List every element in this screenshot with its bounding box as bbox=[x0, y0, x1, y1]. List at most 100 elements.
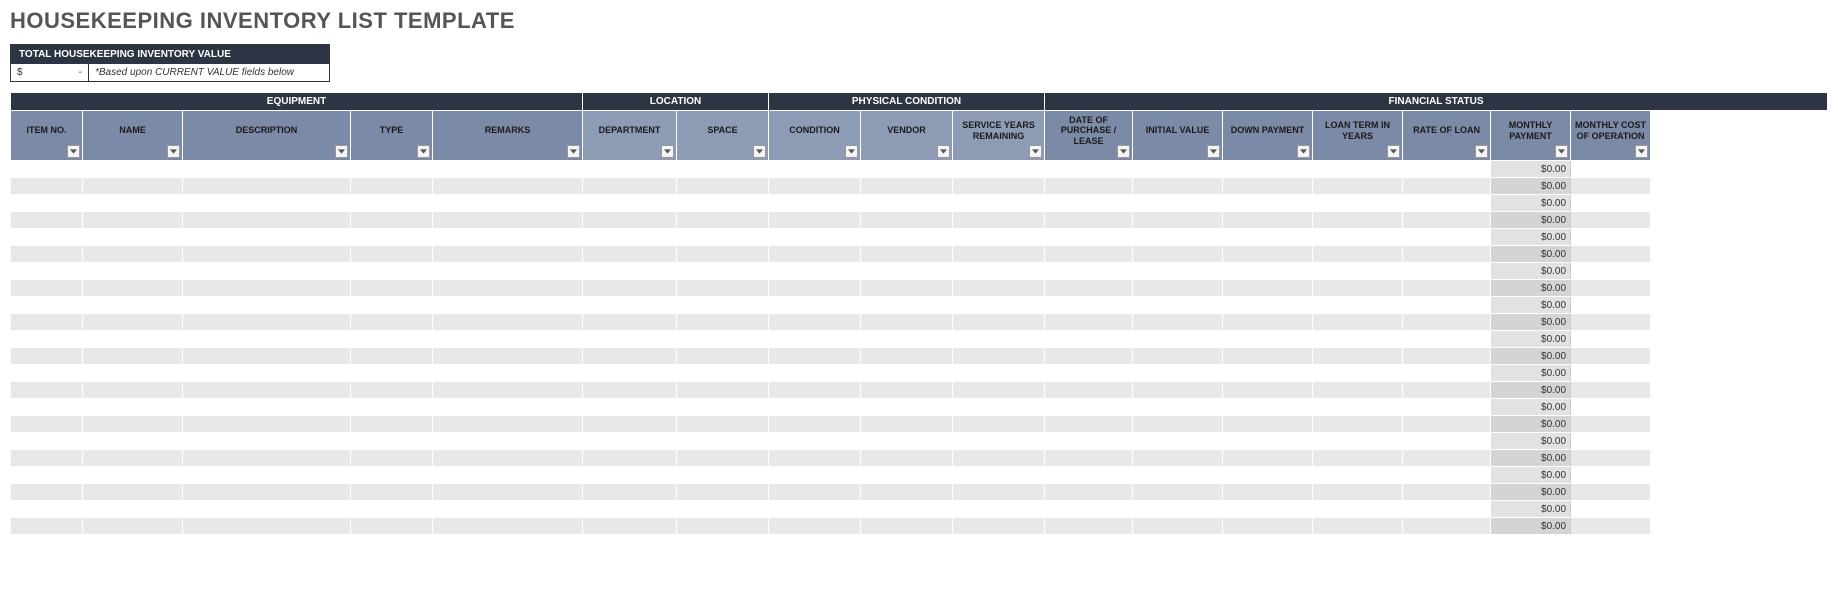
table-cell[interactable] bbox=[433, 280, 583, 297]
table-cell[interactable] bbox=[1571, 314, 1651, 331]
table-cell[interactable] bbox=[1313, 450, 1403, 467]
table-cell[interactable] bbox=[351, 484, 433, 501]
table-cell[interactable] bbox=[953, 263, 1045, 280]
table-cell[interactable] bbox=[351, 382, 433, 399]
table-cell[interactable] bbox=[1313, 195, 1403, 212]
table-cell[interactable] bbox=[769, 297, 861, 314]
table-cell[interactable] bbox=[11, 399, 83, 416]
table-cell[interactable] bbox=[83, 501, 183, 518]
table-cell[interactable] bbox=[583, 161, 677, 178]
table-cell[interactable] bbox=[11, 229, 83, 246]
table-cell[interactable] bbox=[1571, 212, 1651, 229]
table-cell[interactable] bbox=[1403, 399, 1491, 416]
table-cell[interactable] bbox=[953, 399, 1045, 416]
table-cell[interactable] bbox=[861, 246, 953, 263]
table-cell[interactable] bbox=[183, 178, 351, 195]
table-cell[interactable] bbox=[1133, 263, 1223, 280]
table-cell[interactable] bbox=[83, 314, 183, 331]
table-cell[interactable] bbox=[861, 450, 953, 467]
table-cell[interactable] bbox=[1045, 263, 1133, 280]
table-cell[interactable] bbox=[677, 433, 769, 450]
filter-dropdown-icon[interactable] bbox=[1635, 145, 1648, 158]
table-cell[interactable] bbox=[1313, 161, 1403, 178]
table-cell[interactable] bbox=[11, 348, 83, 365]
table-cell[interactable] bbox=[351, 161, 433, 178]
table-cell[interactable] bbox=[1313, 382, 1403, 399]
table-cell[interactable] bbox=[83, 212, 183, 229]
table-cell[interactable] bbox=[861, 331, 953, 348]
table-cell[interactable] bbox=[1313, 178, 1403, 195]
table-cell[interactable] bbox=[1045, 348, 1133, 365]
table-cell[interactable] bbox=[1313, 263, 1403, 280]
table-cell[interactable] bbox=[1133, 178, 1223, 195]
table-cell[interactable] bbox=[583, 399, 677, 416]
table-cell[interactable] bbox=[83, 467, 183, 484]
table-cell[interactable] bbox=[83, 161, 183, 178]
table-cell[interactable] bbox=[433, 501, 583, 518]
table-cell[interactable] bbox=[769, 263, 861, 280]
table-cell[interactable] bbox=[1223, 433, 1313, 450]
table-cell[interactable] bbox=[1403, 178, 1491, 195]
table-cell[interactable] bbox=[1045, 280, 1133, 297]
table-cell[interactable] bbox=[83, 518, 183, 535]
table-cell[interactable] bbox=[583, 263, 677, 280]
table-cell[interactable]: $0.00 bbox=[1491, 161, 1571, 178]
table-cell[interactable] bbox=[1223, 382, 1313, 399]
table-cell[interactable] bbox=[183, 399, 351, 416]
table-cell[interactable] bbox=[1313, 314, 1403, 331]
table-cell[interactable] bbox=[1403, 331, 1491, 348]
table-cell[interactable] bbox=[183, 161, 351, 178]
table-cell[interactable] bbox=[953, 484, 1045, 501]
table-cell[interactable] bbox=[1571, 246, 1651, 263]
table-cell[interactable] bbox=[351, 348, 433, 365]
table-cell[interactable] bbox=[583, 348, 677, 365]
table-cell[interactable] bbox=[769, 467, 861, 484]
table-cell[interactable]: $0.00 bbox=[1491, 484, 1571, 501]
table-cell[interactable] bbox=[1223, 212, 1313, 229]
table-cell[interactable] bbox=[953, 212, 1045, 229]
table-cell[interactable] bbox=[183, 484, 351, 501]
table-cell[interactable] bbox=[1133, 280, 1223, 297]
table-cell[interactable] bbox=[953, 280, 1045, 297]
table-cell[interactable] bbox=[1223, 348, 1313, 365]
table-cell[interactable] bbox=[351, 416, 433, 433]
table-cell[interactable] bbox=[769, 229, 861, 246]
table-cell[interactable] bbox=[1223, 297, 1313, 314]
table-cell[interactable] bbox=[351, 467, 433, 484]
table-cell[interactable] bbox=[351, 314, 433, 331]
table-cell[interactable] bbox=[953, 297, 1045, 314]
table-cell[interactable] bbox=[1045, 501, 1133, 518]
table-cell[interactable] bbox=[351, 280, 433, 297]
table-cell[interactable] bbox=[1571, 484, 1651, 501]
table-cell[interactable] bbox=[583, 297, 677, 314]
table-cell[interactable] bbox=[1133, 331, 1223, 348]
table-cell[interactable] bbox=[677, 501, 769, 518]
table-cell[interactable] bbox=[183, 331, 351, 348]
table-cell[interactable] bbox=[1045, 467, 1133, 484]
table-cell[interactable] bbox=[1223, 280, 1313, 297]
table-cell[interactable] bbox=[83, 297, 183, 314]
table-cell[interactable] bbox=[1223, 195, 1313, 212]
table-cell[interactable]: $0.00 bbox=[1491, 467, 1571, 484]
table-cell[interactable] bbox=[11, 433, 83, 450]
table-cell[interactable] bbox=[1133, 161, 1223, 178]
table-cell[interactable] bbox=[433, 433, 583, 450]
table-cell[interactable] bbox=[1403, 263, 1491, 280]
filter-dropdown-icon[interactable] bbox=[1387, 145, 1400, 158]
table-cell[interactable] bbox=[1571, 365, 1651, 382]
table-cell[interactable] bbox=[1313, 348, 1403, 365]
table-cell[interactable] bbox=[433, 484, 583, 501]
table-cell[interactable] bbox=[183, 467, 351, 484]
table-cell[interactable] bbox=[861, 161, 953, 178]
table-cell[interactable] bbox=[351, 450, 433, 467]
table-cell[interactable] bbox=[677, 161, 769, 178]
table-cell[interactable] bbox=[83, 229, 183, 246]
table-cell[interactable]: $0.00 bbox=[1491, 450, 1571, 467]
table-cell[interactable] bbox=[1045, 399, 1133, 416]
filter-dropdown-icon[interactable] bbox=[1297, 145, 1310, 158]
table-cell[interactable] bbox=[1571, 450, 1651, 467]
table-cell[interactable] bbox=[861, 212, 953, 229]
table-cell[interactable] bbox=[1045, 331, 1133, 348]
table-cell[interactable] bbox=[1133, 297, 1223, 314]
table-cell[interactable] bbox=[1403, 484, 1491, 501]
